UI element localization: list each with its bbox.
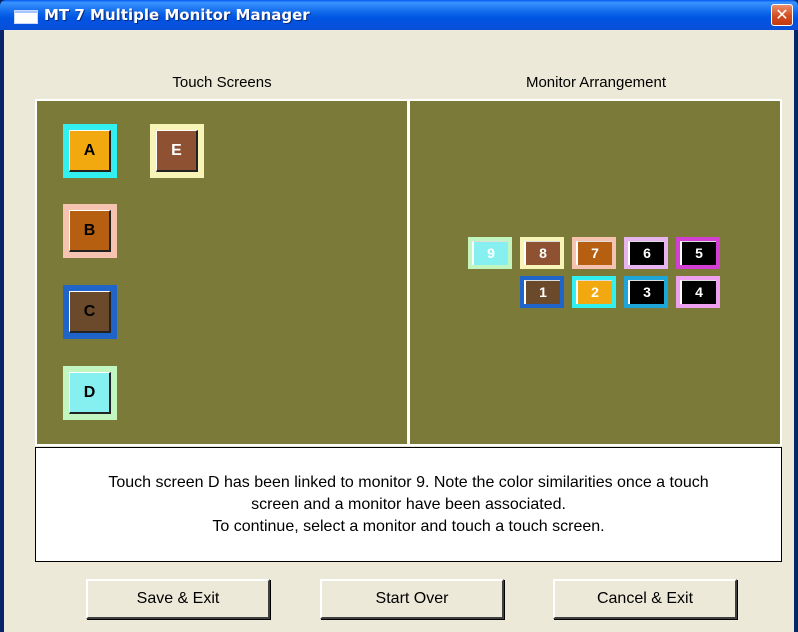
monitor-3-label: 3 — [628, 280, 664, 304]
touch-screen-d[interactable]: D — [63, 366, 117, 420]
monitor-4-label: 4 — [680, 280, 716, 304]
monitor-5[interactable]: 5 — [676, 237, 720, 269]
cancel-exit-button[interactable]: Cancel & Exit — [553, 579, 737, 619]
touch-screen-e-label: E — [156, 130, 198, 172]
touch-screens-panel: A E B C D — [35, 99, 409, 446]
touch-screen-d-label: D — [69, 372, 111, 414]
monitor-6[interactable]: 6 — [624, 237, 668, 269]
close-button[interactable]: ✕ — [771, 4, 793, 26]
monitor-7[interactable]: 7 — [572, 237, 616, 269]
title-bar[interactable]: MT 7 Multiple Monitor Manager ✕ — [0, 0, 798, 30]
touch-screen-a[interactable]: A — [63, 124, 117, 178]
monitor-5-label: 5 — [680, 241, 716, 265]
monitor-4[interactable]: 4 — [676, 276, 720, 308]
touch-screen-e[interactable]: E — [150, 124, 204, 178]
status-message-line-3: To continue, select a monitor and touch … — [212, 518, 605, 535]
monitor-arrangement-panel: 9 8 7 6 5 1 2 3 4 — [408, 99, 782, 446]
status-message-line-2: screen and a monitor have been associate… — [251, 496, 566, 513]
app-window: MT 7 Multiple Monitor Manager ✕ Touch Sc… — [0, 0, 798, 632]
monitor-8[interactable]: 8 — [520, 237, 564, 269]
touch-screen-b-label: B — [69, 210, 111, 252]
status-message-line-1: Touch screen D has been linked to monito… — [108, 474, 709, 491]
save-exit-button[interactable]: Save & Exit — [86, 579, 270, 619]
window-title: MT 7 Multiple Monitor Manager — [44, 6, 310, 24]
monitor-arrangement-heading: Monitor Arrangement — [525, 74, 667, 91]
window-app-icon — [14, 10, 38, 24]
monitor-8-label: 8 — [524, 241, 560, 265]
close-icon: ✕ — [775, 5, 789, 24]
touch-screens-heading: Touch Screens — [172, 74, 272, 91]
monitor-1-label: 1 — [524, 280, 560, 304]
monitor-9[interactable]: 9 — [468, 237, 512, 269]
monitor-7-label: 7 — [576, 241, 612, 265]
status-message: Touch screen D has been linked to monito… — [35, 447, 782, 562]
touch-screen-c[interactable]: C — [63, 285, 117, 339]
touch-screen-a-label: A — [69, 130, 111, 172]
monitor-2[interactable]: 2 — [572, 276, 616, 308]
monitor-6-label: 6 — [628, 241, 664, 265]
monitor-1[interactable]: 1 — [520, 276, 564, 308]
monitor-2-label: 2 — [576, 280, 612, 304]
start-over-button[interactable]: Start Over — [320, 579, 504, 619]
touch-screen-c-label: C — [69, 291, 111, 333]
monitor-3[interactable]: 3 — [624, 276, 668, 308]
monitor-9-label: 9 — [472, 241, 508, 265]
touch-screen-b[interactable]: B — [63, 204, 117, 258]
